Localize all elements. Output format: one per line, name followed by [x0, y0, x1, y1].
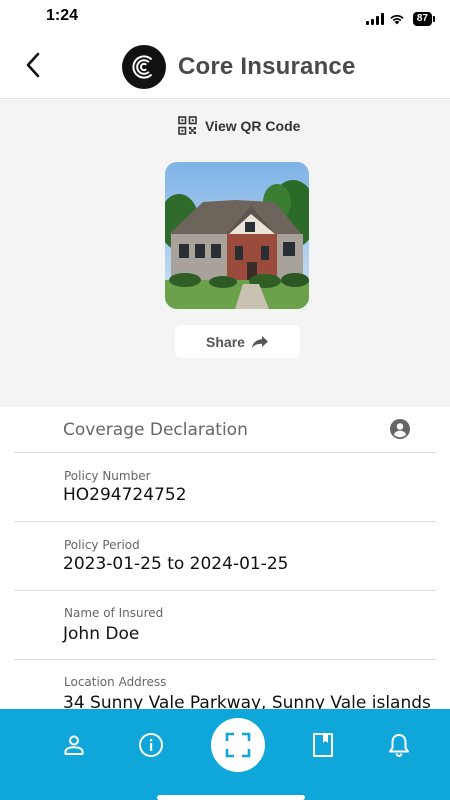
coverage-title: Coverage Declaration: [63, 420, 248, 440]
person-icon: [64, 735, 84, 755]
status-bar: 1:24 87: [0, 0, 450, 36]
nav-info-button[interactable]: [135, 729, 167, 761]
field-label: Policy Number: [64, 469, 151, 483]
chevron-left-icon: [26, 52, 40, 78]
nav-documents-button[interactable]: [307, 729, 339, 761]
insured-name-field: Name of Insured John Doe: [14, 591, 436, 660]
view-qr-code-button[interactable]: View QR Code: [178, 116, 300, 135]
wifi-icon: [390, 14, 404, 25]
signal-icon: [365, 13, 384, 25]
home-indicator: [157, 795, 305, 800]
back-button[interactable]: [18, 50, 48, 80]
status-icons: 87: [365, 12, 436, 26]
battery-indicator: 87: [412, 12, 436, 26]
property-photo: [165, 162, 309, 309]
coverage-header: Coverage Declaration: [14, 407, 436, 453]
share-button[interactable]: Share: [175, 325, 300, 358]
brand: Core Insurance: [122, 45, 356, 89]
nav-notifications-button[interactable]: [383, 729, 415, 761]
bell-icon: [389, 734, 409, 758]
field-value: 2023-01-25 to 2024-01-25: [63, 554, 289, 574]
account-circle-icon[interactable]: [390, 419, 410, 444]
info-icon: [139, 733, 163, 757]
field-label: Policy Period: [64, 538, 140, 552]
field-label: Location Address: [64, 675, 167, 689]
scan-button[interactable]: [211, 718, 265, 772]
policy-period-field: Policy Period 2023-01-25 to 2024-01-25: [14, 522, 436, 591]
field-value: HO294724752: [63, 485, 187, 505]
share-arrow-icon: [251, 335, 268, 348]
qr-code-icon: [178, 116, 197, 135]
property-summary: View QR Code Share: [0, 100, 450, 407]
policy-number-field: Policy Number HO294724752: [14, 453, 436, 522]
app-title: Core Insurance: [178, 53, 356, 80]
bottom-navigation: [0, 709, 450, 800]
view-qr-code-label: View QR Code: [205, 117, 301, 134]
scan-icon: [225, 732, 251, 758]
field-value: John Doe: [63, 624, 140, 644]
share-label: Share: [206, 333, 245, 350]
core-logo-icon: [122, 45, 166, 89]
nav-profile-button[interactable]: [58, 729, 90, 761]
app-header: Core Insurance: [0, 36, 450, 99]
field-label: Name of Insured: [64, 606, 164, 620]
book-icon: [313, 733, 333, 757]
status-time: 1:24: [46, 7, 79, 24]
